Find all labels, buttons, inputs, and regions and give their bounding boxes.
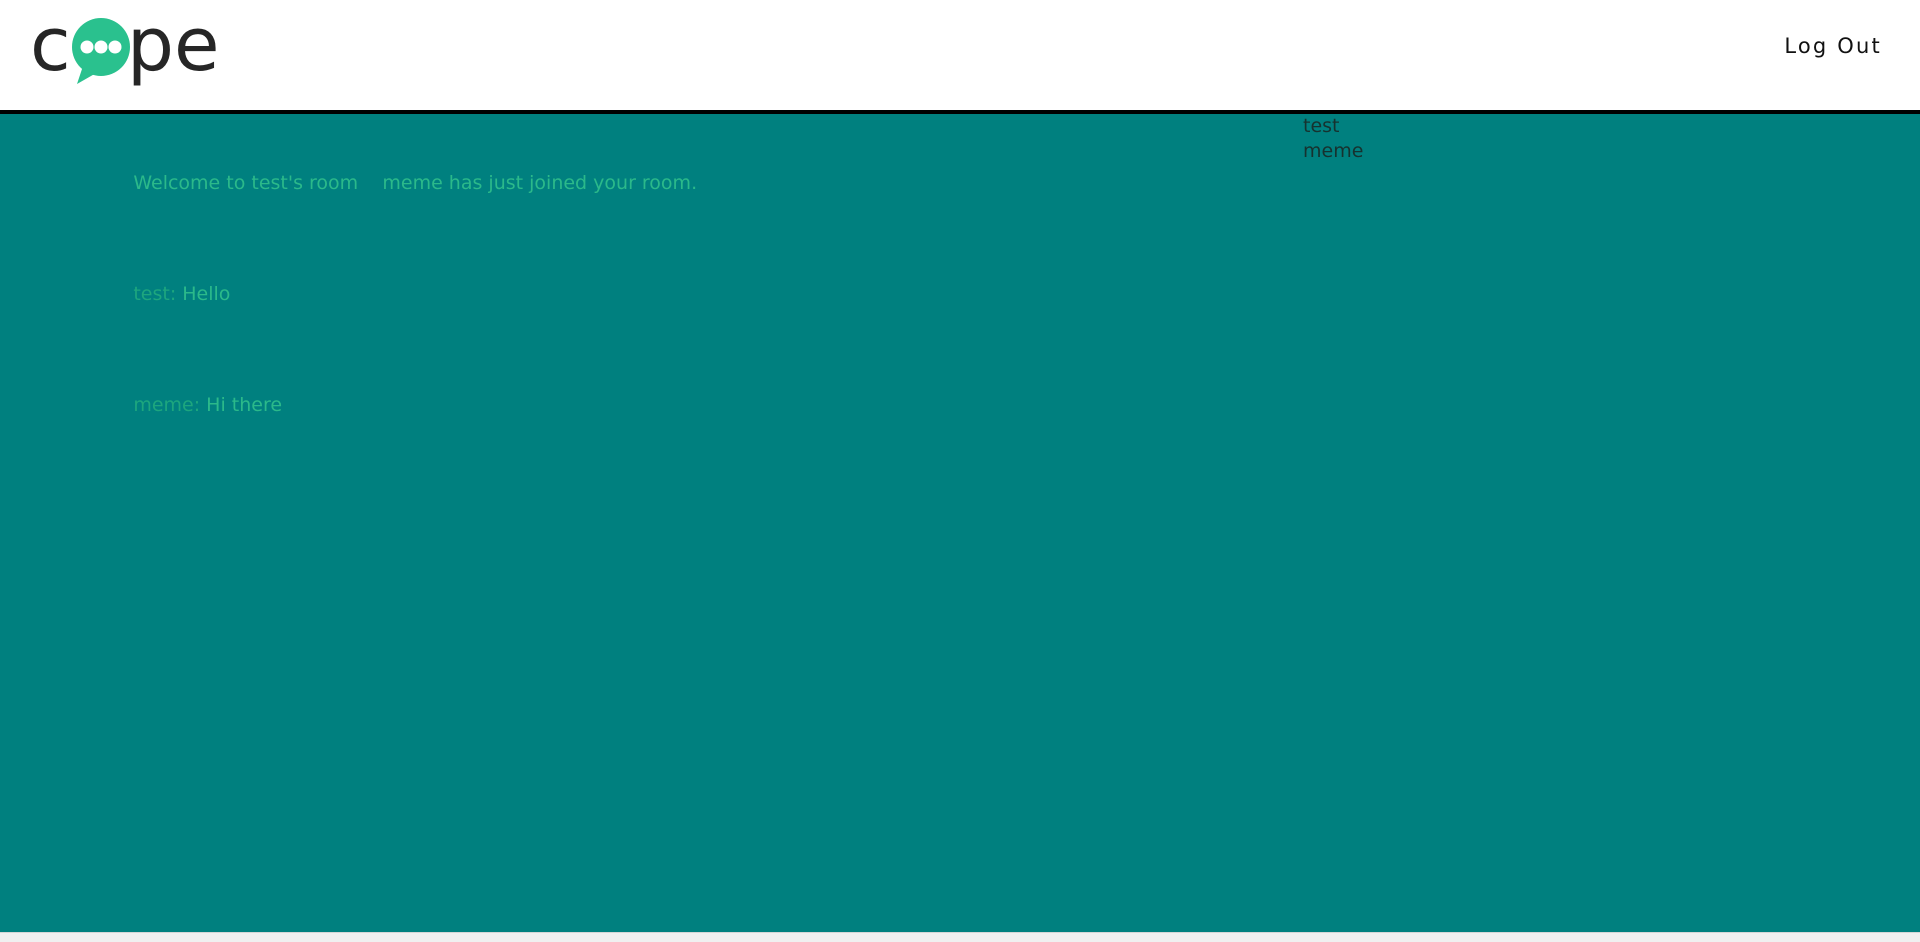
message-text: Hi there xyxy=(200,394,283,416)
message-list: Welcome to test's room meme has just joi… xyxy=(85,128,1235,461)
chat-app: c pe Log Out Welcome to test's room meme… xyxy=(0,0,1920,942)
svg-text:pe: pe xyxy=(127,12,220,88)
chat-message: meme: Hi there xyxy=(85,350,1235,461)
brand-logo[interactable]: c pe xyxy=(28,8,268,92)
svg-text:c: c xyxy=(30,12,71,88)
room-welcome-row: Welcome to test's room meme has just joi… xyxy=(85,128,1235,239)
message-text: Hello xyxy=(176,283,231,305)
logout-button[interactable]: Log Out xyxy=(1784,34,1882,58)
user-list: test meme xyxy=(1303,114,1563,164)
bubble-dot-1 xyxy=(80,40,94,54)
cope-logo-icon: c pe xyxy=(30,12,220,88)
welcome-gap xyxy=(358,172,382,194)
user-list-item[interactable]: meme xyxy=(1303,139,1563,164)
bubble-dot-2 xyxy=(94,40,108,54)
message-sender: test: xyxy=(133,283,177,305)
bubble-dot-3 xyxy=(108,40,122,54)
chat-message: test: Hello xyxy=(85,239,1235,350)
message-composer: Send xyxy=(0,889,1920,937)
chat-body: Welcome to test's room meme has just joi… xyxy=(0,114,1920,932)
site-header: c pe Log Out xyxy=(0,0,1920,114)
join-message: meme has just joined your room. xyxy=(382,172,698,194)
welcome-message: Welcome to test's room xyxy=(133,172,359,194)
message-sender: meme: xyxy=(133,394,201,416)
user-list-item[interactable]: test xyxy=(1303,114,1563,139)
bottom-scroll-strip[interactable] xyxy=(0,932,1920,942)
